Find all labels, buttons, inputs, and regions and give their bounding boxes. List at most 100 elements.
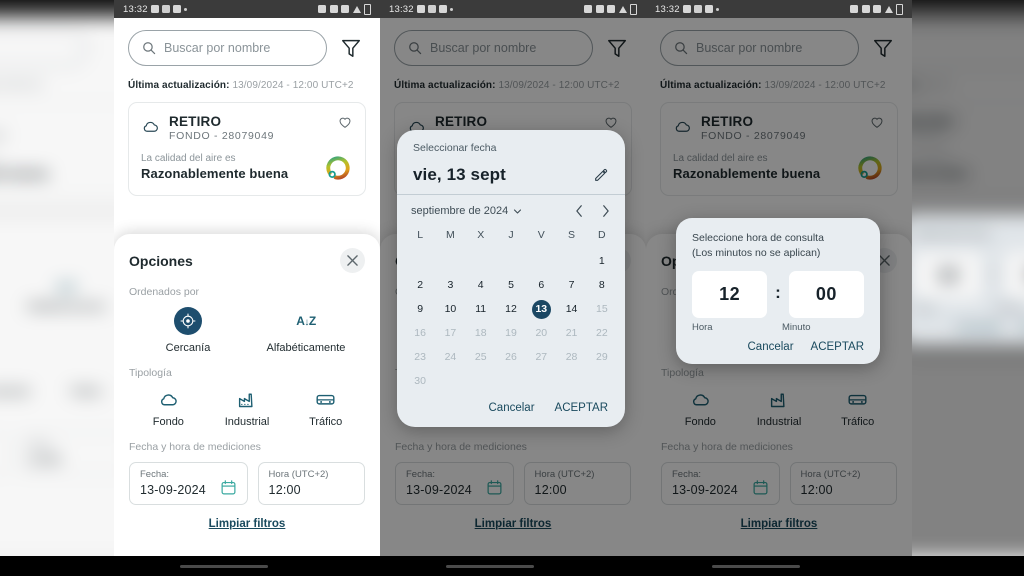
calendar-icon	[150, 5, 159, 13]
time-picker-dialog: Seleccione hora de consulta (Los minutos…	[676, 218, 880, 364]
screenshot-stage: 13:32 Última actualización: 13/09/2024 R…	[0, 0, 1024, 576]
calendar-day[interactable]: 13	[526, 299, 556, 319]
sort-option-label: Cercanía	[165, 342, 211, 354]
calendar-day[interactable]: 20	[526, 324, 556, 343]
date-cancel-button[interactable]: Cancelar	[489, 402, 535, 414]
calendar-day[interactable]: 10	[435, 300, 465, 319]
bluetooth-icon	[595, 5, 604, 13]
calendar-day-empty	[526, 372, 556, 391]
month-dropdown[interactable]: septiembre de 2024	[411, 205, 522, 217]
calendar-day[interactable]: 21	[556, 324, 586, 343]
date-field[interactable]: Fecha: 13-09-2024	[129, 462, 248, 505]
calendar-day[interactable]: 2	[405, 276, 435, 295]
wifi-icon	[873, 5, 881, 13]
calendar-day-empty	[466, 372, 496, 391]
minute-label: Minuto	[782, 321, 811, 333]
calendar-day[interactable]: 22	[587, 324, 617, 343]
calendar-day[interactable]: 30	[405, 372, 435, 391]
dot-icon	[183, 7, 187, 11]
type-option-industrial[interactable]: Industrial	[208, 389, 287, 428]
options-sheet: Opciones Ordenados por	[114, 234, 380, 556]
time-dialog-title-line2: (Los minutos no se aplican)	[692, 246, 821, 259]
sort-option-alfabeticamente[interactable]: A↓Z Alfabéticamente	[247, 307, 365, 354]
type-option-fondo[interactable]: Fondo	[129, 389, 208, 428]
heart-icon	[339, 117, 351, 128]
close-button[interactable]	[340, 248, 365, 273]
calendar-day[interactable]: 23	[405, 348, 435, 367]
calendar-icon	[682, 5, 691, 13]
close-icon	[347, 255, 358, 266]
app-icon	[427, 5, 436, 13]
minute-input[interactable]: 00	[788, 270, 865, 318]
calendar-day[interactable]: 4	[466, 276, 496, 295]
quality-value: Razonablemente buena	[141, 166, 289, 182]
time-field[interactable]: Hora (UTC+2) 12:00	[257, 462, 365, 505]
date-field-value: 13-09-2024	[140, 483, 206, 497]
weekday-label: S	[568, 229, 576, 241]
calendar-day[interactable]: 14	[556, 300, 586, 319]
clear-filters-link[interactable]: Limpiar filtros	[129, 518, 365, 534]
calendar-icon	[220, 479, 237, 496]
calendar-day[interactable]: 27	[526, 348, 556, 367]
calendar-day[interactable]: 15	[587, 300, 617, 319]
time-field-label: Hora (UTC+2)	[268, 469, 329, 480]
calendar-day[interactable]: 6	[526, 276, 556, 295]
factory-icon	[238, 393, 253, 408]
type-option-label: Industrial	[224, 416, 270, 428]
battery-icon	[364, 3, 371, 15]
panel-time-picker: 13:32 Buscar por nombre Última actualiza…	[646, 0, 912, 556]
calendar-day[interactable]: 5	[496, 276, 526, 295]
calendar-day[interactable]: 29	[587, 348, 617, 367]
search-input[interactable]: Buscar por nombre	[128, 30, 327, 66]
calendar-day[interactable]: 12	[496, 300, 526, 319]
weekday-label: D	[598, 229, 606, 241]
calendar-day[interactable]: 26	[496, 348, 526, 367]
chevron-down-icon	[514, 208, 522, 214]
calendar-day[interactable]: 1	[587, 252, 617, 271]
date-field-label: Fecha:	[140, 469, 170, 480]
calendar-day[interactable]: 9	[405, 300, 435, 319]
gesture-bar[interactable]	[712, 564, 800, 568]
calendar-day[interactable]: 28	[556, 348, 586, 367]
sort-option-label: Alfabéticamente	[266, 342, 346, 354]
gesture-bar[interactable]	[446, 564, 534, 568]
weekday-label: X	[477, 229, 485, 241]
gesture-bar[interactable]	[180, 564, 268, 568]
sort-option-cercania[interactable]: Cercanía	[129, 307, 247, 354]
calendar-day[interactable]: 25	[466, 348, 496, 367]
sort-options: Cercanía A↓Z Alfabéticamente	[129, 307, 365, 354]
calendar-day[interactable]: 18	[466, 324, 496, 343]
status-bar: 13:32	[114, 0, 380, 18]
date-accept-button[interactable]: ACEPTAR	[555, 402, 608, 414]
hour-input[interactable]: 12	[692, 270, 768, 318]
edit-date-button[interactable]	[593, 167, 609, 183]
calendar-day[interactable]: 17	[435, 324, 465, 343]
favorite-button[interactable]	[337, 114, 353, 130]
play-icon	[704, 5, 713, 13]
time-cancel-button[interactable]: Cancelar	[748, 341, 794, 353]
calendar-day-empty	[556, 252, 586, 271]
calendar-day[interactable]: 3	[435, 276, 465, 295]
battery-icon	[630, 3, 637, 15]
calendar-day[interactable]: 24	[435, 348, 465, 367]
prev-month-button[interactable]	[574, 204, 585, 218]
type-option-trafico[interactable]: Tráfico	[286, 389, 365, 428]
datetime-label: Fecha y hora de mediciones	[129, 441, 261, 453]
calendar-day[interactable]: 19	[496, 324, 526, 343]
calendar-day[interactable]: 16	[405, 324, 435, 343]
calendar-day[interactable]: 7	[556, 276, 586, 295]
station-card[interactable]: RETIRO FONDO - 28079049 La calidad del a…	[128, 102, 366, 197]
calendar-day[interactable]: 11	[466, 300, 496, 319]
time-accept-button[interactable]: ACEPTAR	[811, 341, 864, 353]
next-month-button[interactable]	[600, 204, 611, 218]
search-icon	[143, 42, 156, 55]
signal-icon	[352, 5, 361, 13]
cast-icon	[318, 5, 326, 13]
cast-icon	[850, 5, 858, 13]
calendar-day[interactable]: 8	[587, 276, 617, 295]
search-row: Buscar por nombre	[128, 18, 366, 66]
filter-button[interactable]	[336, 33, 366, 63]
play-icon	[438, 5, 447, 13]
calendar-day-empty	[556, 372, 586, 391]
calendar-icon	[416, 5, 425, 13]
